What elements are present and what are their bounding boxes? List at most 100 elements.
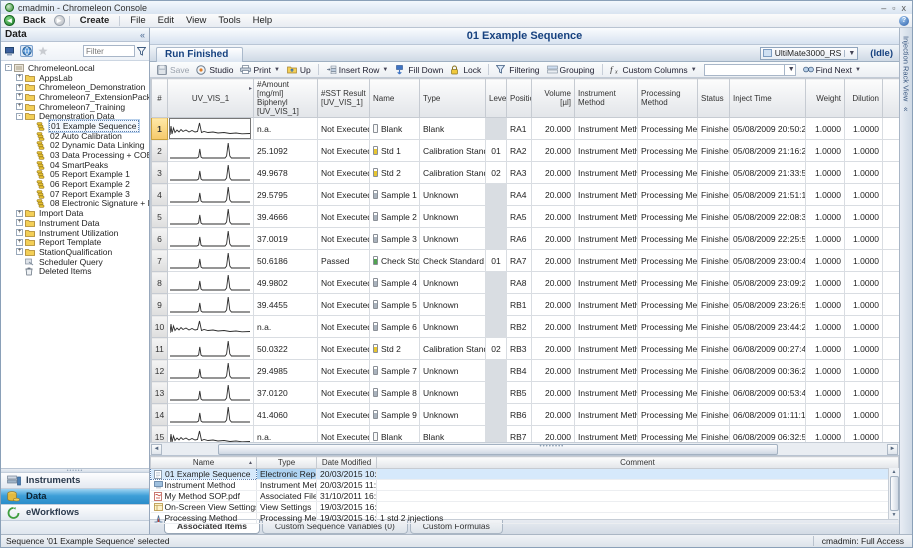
weight-cell[interactable]: 1.0000: [806, 140, 845, 162]
chromatogram-thumbnail[interactable]: [168, 382, 254, 404]
collapse-side-tab-icon[interactable]: «: [902, 107, 911, 111]
processing-method-cell[interactable]: Processing Method: [638, 228, 698, 250]
chevron-down-icon[interactable]: ▼: [844, 50, 855, 57]
insert-row-button[interactable]: Insert Row ▼: [323, 64, 392, 76]
item-date-cell[interactable]: 19/03/2015 16:48: [317, 502, 377, 513]
processing-method-cell[interactable]: Processing Method: [638, 360, 698, 382]
type-cell[interactable]: Unknown: [420, 184, 486, 206]
tree-item[interactable]: Deleted Items: [1, 266, 149, 276]
type-cell[interactable]: Unknown: [420, 382, 486, 404]
inject-time-cell[interactable]: 06/08/2009 00:27:44: [730, 338, 806, 360]
menu-create[interactable]: Create: [74, 14, 116, 27]
level-cell[interactable]: 01: [486, 140, 507, 162]
volume-cell[interactable]: 20.000: [532, 206, 575, 228]
level-cell[interactable]: [486, 272, 507, 294]
type-cell[interactable]: Calibration Standard: [420, 140, 486, 162]
name-cell[interactable]: Std 2: [370, 338, 420, 360]
volume-cell[interactable]: 20.000: [532, 360, 575, 382]
instrument-selector[interactable]: UltiMate3000_RS ▼: [760, 47, 859, 60]
name-cell[interactable]: Sample 7: [370, 360, 420, 382]
sst-result-cell[interactable]: Not Executed: [318, 184, 370, 206]
column-header[interactable]: Position: [507, 79, 532, 118]
scrollbar-thumb[interactable]: [218, 444, 778, 455]
status-cell[interactable]: Finished: [698, 162, 730, 184]
weight-cell[interactable]: 1.0000: [806, 184, 845, 206]
column-header[interactable]: Dilution: [845, 79, 883, 118]
filter-funnel-icon[interactable]: [137, 47, 146, 56]
row-number-cell[interactable]: 14: [152, 404, 168, 426]
tree-expander-icon[interactable]: +: [16, 219, 23, 226]
name-cell[interactable]: Sample 9: [370, 404, 420, 426]
name-cell[interactable]: Sample 5: [370, 294, 420, 316]
level-cell[interactable]: 02: [486, 162, 507, 184]
column-header[interactable]: Inject Time: [730, 79, 806, 118]
name-cell[interactable]: Std 1: [370, 140, 420, 162]
position-cell[interactable]: RB4: [507, 360, 532, 382]
menu-view[interactable]: View: [180, 14, 212, 27]
chromatogram-thumbnail[interactable]: [168, 184, 254, 206]
type-cell[interactable]: Unknown: [420, 360, 486, 382]
inject-time-cell[interactable]: 05/08/2009 23:09:27: [730, 272, 806, 294]
injection-row[interactable]: 15 n.a. Not Executed Blank Blank RB7 20.…: [152, 426, 900, 443]
instrument-method-cell[interactable]: Instrument Method: [575, 162, 638, 184]
item-name-cell[interactable]: On-Screen View Settings: [151, 502, 257, 513]
inject-time-cell[interactable]: 05/08/2009 23:00:45: [730, 250, 806, 272]
injection-row[interactable]: 5 39.4666 Not Executed Sample 2 Unknown …: [152, 206, 900, 228]
type-cell[interactable]: Blank: [420, 118, 486, 140]
position-cell[interactable]: RB3: [507, 338, 532, 360]
item-date-cell[interactable]: 19/03/2015 16:48: [317, 513, 377, 524]
sst-result-cell[interactable]: Not Executed: [318, 228, 370, 250]
forward-icon[interactable]: ►: [54, 15, 65, 26]
item-type-cell[interactable]: Instrument Method: [257, 480, 317, 491]
menu-back[interactable]: Back: [17, 14, 52, 27]
name-cell[interactable]: Sample 4: [370, 272, 420, 294]
status-cell[interactable]: Finished: [698, 250, 730, 272]
network-view-icon[interactable]: [20, 45, 33, 57]
column-header[interactable]: Name▲: [151, 457, 257, 469]
amount-cell[interactable]: 29.5795: [254, 184, 318, 206]
status-cell[interactable]: Finished: [698, 272, 730, 294]
amount-cell[interactable]: n.a.: [254, 316, 318, 338]
scroll-left-icon[interactable]: ◄: [151, 444, 162, 455]
instrument-method-cell[interactable]: Instrument Method: [575, 118, 638, 140]
associated-item-row[interactable]: Instrument Method Instrument Method 20/0…: [151, 480, 899, 491]
chevron-down-icon[interactable]: ▼: [691, 67, 697, 73]
weight-cell[interactable]: 1.0000: [806, 250, 845, 272]
status-cell[interactable]: Finished: [698, 118, 730, 140]
processing-method-cell[interactable]: Processing Method: [638, 162, 698, 184]
type-cell[interactable]: Unknown: [420, 316, 486, 338]
injection-row[interactable]: 10 n.a. Not Executed Sample 6 Unknown RB…: [152, 316, 900, 338]
tree-item[interactable]: 01 Example Sequence: [1, 121, 149, 131]
weight-cell[interactable]: 1.0000: [806, 316, 845, 338]
inject-time-cell[interactable]: 05/08/2009 22:08:36: [730, 206, 806, 228]
up-button[interactable]: Up: [284, 64, 314, 76]
associated-item-row[interactable]: On-Screen View Settings View Settings 19…: [151, 502, 899, 513]
dilution-cell[interactable]: 1.0000: [845, 118, 883, 140]
volume-cell[interactable]: 20.000: [532, 272, 575, 294]
amount-cell[interactable]: n.a.: [254, 426, 318, 443]
position-cell[interactable]: RB5: [507, 382, 532, 404]
status-cell[interactable]: Finished: [698, 206, 730, 228]
chromatogram-thumbnail[interactable]: [168, 118, 254, 140]
name-cell[interactable]: Blank: [370, 118, 420, 140]
tree-item[interactable]: + Instrument Data: [1, 218, 149, 228]
amount-cell[interactable]: 50.0322: [254, 338, 318, 360]
column-header[interactable]: Status: [698, 79, 730, 118]
processing-method-cell[interactable]: Processing Method: [638, 250, 698, 272]
expand-column-icon[interactable]: ▸: [249, 85, 252, 94]
item-comment-cell[interactable]: 1 std 2 injections: [377, 513, 899, 524]
horizontal-scrollbar[interactable]: ◄ ► ••••••••: [150, 442, 899, 455]
associated-item-row[interactable]: 01 Example Sequence Electronic Report 20…: [151, 469, 899, 480]
row-number-cell[interactable]: 7: [152, 250, 168, 272]
dilution-cell[interactable]: 1.0000: [845, 382, 883, 404]
row-number-cell[interactable]: 15: [152, 426, 168, 443]
nav-instruments-button[interactable]: Instruments: [1, 472, 149, 488]
name-cell[interactable]: Sample 1: [370, 184, 420, 206]
chromatogram-thumbnail[interactable]: [168, 294, 254, 316]
status-cell[interactable]: Finished: [698, 228, 730, 250]
item-name-cell[interactable]: Instrument Method: [151, 480, 257, 491]
tree-item[interactable]: + Chromeleon7_ExtensionPack: [1, 92, 149, 102]
name-cell[interactable]: Check Std: [370, 250, 420, 272]
tree-expander-icon[interactable]: +: [16, 210, 23, 217]
inject-time-cell[interactable]: 05/08/2009 21:33:50: [730, 162, 806, 184]
